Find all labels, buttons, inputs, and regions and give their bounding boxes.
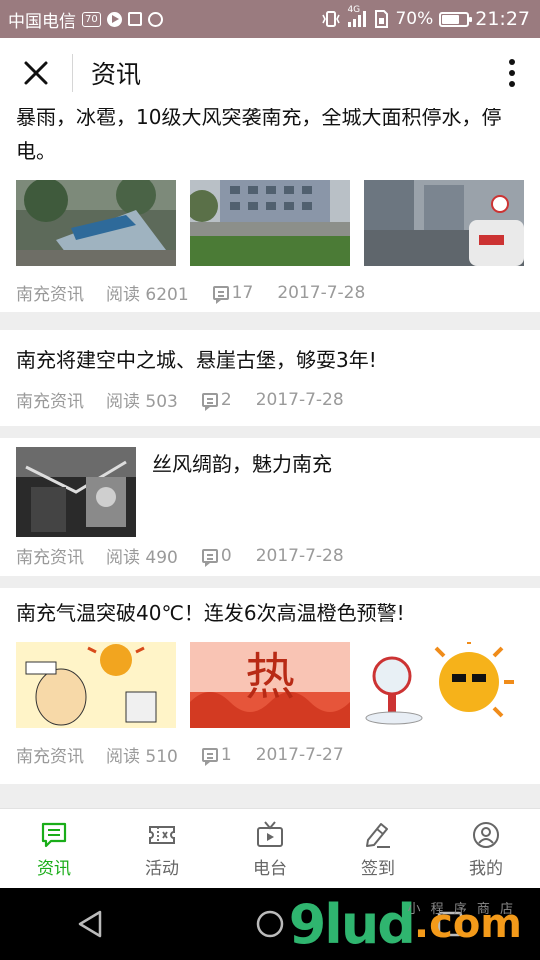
signal-icon: 4G bbox=[347, 5, 367, 27]
tab-events[interactable]: 活动 bbox=[108, 809, 216, 889]
site-watermark: 9lud .com 小 程 序 商 店 bbox=[289, 888, 522, 960]
article-reads: 阅读 490 bbox=[106, 548, 178, 568]
article-source: 南充资讯 bbox=[16, 548, 84, 568]
radio-tv-icon bbox=[257, 820, 283, 847]
clock: 21:27 bbox=[475, 8, 530, 30]
article-comment-count: 1 bbox=[220, 744, 232, 765]
page-title: 资讯 bbox=[91, 60, 142, 89]
article-card[interactable]: 暴雨，冰雹，10级大风突袭南充，全城大面积停水，停 电。 南充资讯 阅读 620… bbox=[0, 108, 540, 312]
news-feed[interactable]: 暴雨，冰雹，10级大风突袭南充，全城大面积停水，停 电。 南充资讯 阅读 620… bbox=[0, 108, 540, 808]
heat-cartoon-image[interactable] bbox=[16, 642, 176, 728]
article-comment-count: 17 bbox=[231, 282, 254, 303]
article-title: 丝风绸韵，魅力南充 bbox=[152, 452, 332, 476]
close-icon bbox=[24, 61, 48, 85]
sun-fan-cartoon-image[interactable] bbox=[364, 642, 524, 728]
article-date: 2017-7-28 bbox=[255, 389, 344, 410]
article-meta: 南充资讯 阅读 503 2 2017-7-28 bbox=[16, 387, 524, 413]
article-card[interactable]: 丝风绸韵，魅力南充 南充资讯 阅读 490 0 2017-7-28 bbox=[0, 438, 540, 576]
article-title-line1: 暴雨，冰雹，10级大风突袭南充，全城大面积停水，停 bbox=[16, 108, 502, 129]
article-date: 2017-7-27 bbox=[255, 744, 344, 765]
hot-text-image[interactable]: 热 bbox=[190, 642, 350, 728]
storm-damage-photo[interactable] bbox=[16, 180, 176, 266]
network-type: 4G bbox=[347, 5, 361, 15]
article-date: 2017-7-28 bbox=[255, 545, 344, 566]
comment-icon bbox=[201, 548, 218, 567]
article-card[interactable]: 南充气温突破40℃！连发6次高温橙色预警! 热 南充资讯 阅读 510 1 20… bbox=[0, 588, 540, 784]
flooded-street-photo[interactable] bbox=[190, 180, 350, 266]
article-meta: 南充资讯 阅读 6201 17 2017-7-28 bbox=[16, 280, 524, 306]
tab-label: 电台 bbox=[253, 858, 287, 879]
article-date: 2017-7-28 bbox=[277, 282, 366, 303]
close-button[interactable] bbox=[0, 38, 72, 108]
battery-icon bbox=[439, 11, 473, 27]
watermark-tagline: 小 程 序 商 店 bbox=[407, 902, 516, 917]
article-title: 南充气温突破40℃！连发6次高温橙色预警! bbox=[16, 601, 405, 625]
more-vertical-icon bbox=[509, 59, 515, 87]
article-source: 南充资讯 bbox=[16, 285, 84, 305]
article-source: 南充资讯 bbox=[16, 747, 84, 767]
home-icon[interactable] bbox=[255, 909, 285, 939]
comment-icon bbox=[201, 392, 218, 411]
tab-news[interactable]: 资讯 bbox=[0, 809, 108, 889]
ticket-icon bbox=[149, 825, 175, 844]
watermark-main: 9lud bbox=[288, 892, 416, 956]
tab-radio[interactable]: 电台 bbox=[216, 809, 324, 889]
signin-pen-icon bbox=[366, 822, 390, 848]
news-icon bbox=[41, 822, 67, 847]
article-meta: 南充资讯 阅读 490 0 2017-7-28 bbox=[16, 543, 524, 569]
hot-character: 热 bbox=[245, 648, 295, 706]
article-reads: 阅读 503 bbox=[106, 392, 178, 412]
silk-factory-photo[interactable] bbox=[16, 447, 136, 537]
tab-label: 资讯 bbox=[37, 858, 71, 879]
comment-icon bbox=[201, 747, 218, 766]
carrier-label: 中国电信 bbox=[8, 11, 76, 32]
tab-profile[interactable]: 我的 bbox=[432, 809, 540, 889]
article-source: 南充资讯 bbox=[16, 392, 84, 412]
article-comment-count: 0 bbox=[220, 545, 232, 566]
profile-icon bbox=[473, 821, 499, 848]
article-meta: 南充资讯 阅读 510 1 2017-7-27 bbox=[16, 742, 524, 768]
article-comment-count: 2 bbox=[220, 389, 232, 410]
tab-label: 活动 bbox=[145, 858, 179, 879]
article-title-line2: 电。 bbox=[16, 139, 56, 163]
header-divider bbox=[72, 54, 73, 92]
vibrate-icon bbox=[322, 11, 341, 27]
article-reads: 阅读 510 bbox=[106, 747, 178, 767]
status-bar: 中国电信 70 4G 70% 21:27 bbox=[0, 0, 540, 38]
battery-percent: 70% bbox=[395, 9, 434, 29]
tab-label: 签到 bbox=[361, 858, 395, 879]
comment-icon bbox=[212, 285, 229, 304]
article-card[interactable]: 南充将建空中之城、悬崖古堡，够耍3年! 南充资讯 阅读 503 2 2017-7… bbox=[0, 330, 540, 426]
tab-label: 我的 bbox=[469, 858, 503, 879]
screen: 中国电信 70 4G 70% 21:27 资讯 暴雨，冰雹，10级大风突袭南充，… bbox=[0, 0, 540, 960]
article-title: 南充将建空中之城、悬崖古堡，够耍3年! bbox=[16, 348, 377, 372]
bottom-tab-bar: 资讯 活动 电台 签到 我的 bbox=[0, 808, 540, 889]
notification-badge: 70 bbox=[82, 11, 101, 27]
sim-icon bbox=[375, 10, 389, 28]
article-reads: 阅读 6201 bbox=[106, 285, 189, 305]
more-button[interactable] bbox=[484, 38, 540, 108]
rainy-road-photo[interactable] bbox=[364, 180, 524, 266]
article-thumbnails bbox=[16, 180, 524, 266]
image-icon bbox=[127, 12, 142, 26]
back-icon[interactable] bbox=[76, 909, 104, 939]
block-icon bbox=[147, 11, 163, 27]
play-icon bbox=[106, 11, 122, 27]
app-header: 资讯 bbox=[0, 38, 540, 108]
article-thumbnails: 热 bbox=[16, 642, 524, 728]
tab-checkin[interactable]: 签到 bbox=[324, 809, 432, 889]
